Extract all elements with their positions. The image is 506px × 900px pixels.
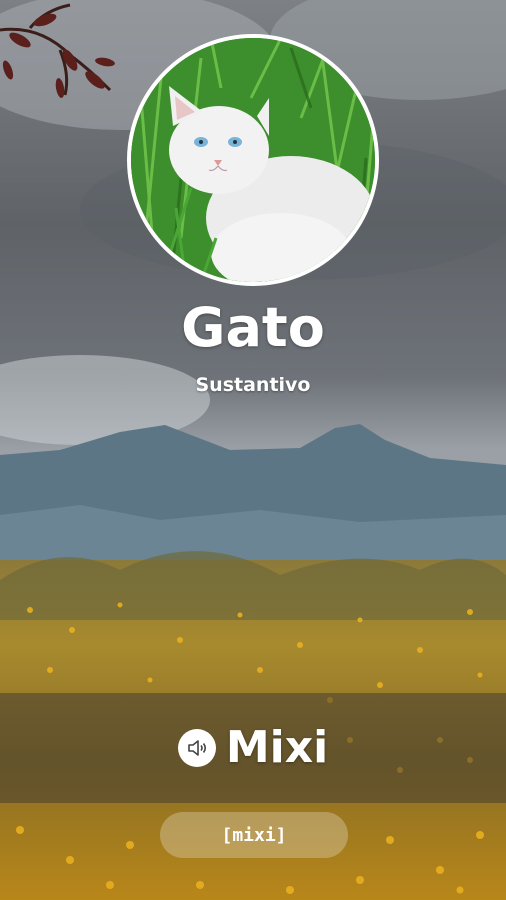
pronunciation-pill: [mixi] [160,812,348,858]
word-title: Gato [181,296,325,359]
pronunciation-text: [mixi] [221,824,287,846]
translation-text: Mixi [225,722,329,773]
translation-row: Mixi [0,720,506,776]
play-audio-button[interactable] [177,729,216,767]
cat-illustration [131,38,375,282]
part-of-speech: Sustantivo [195,374,311,396]
speaker-icon [188,740,206,756]
word-image [127,34,379,286]
